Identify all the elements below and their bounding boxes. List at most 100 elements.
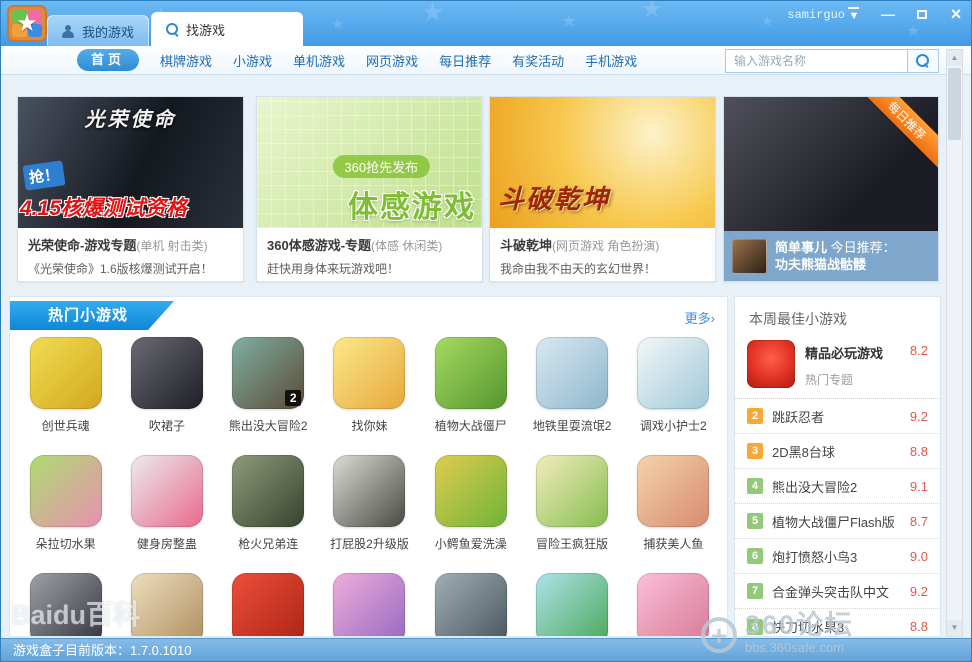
nav-mini-games[interactable]: 小游戏 bbox=[233, 51, 272, 70]
banner-title: 光荣使命-游戏专题 bbox=[28, 238, 136, 253]
ranked-game-item[interactable]: 7 合金弹头突击队中文 9.2 bbox=[735, 574, 940, 609]
banner-category: (单机 射击类) bbox=[136, 239, 207, 253]
banner-logo-text: 光荣使命 bbox=[18, 103, 243, 132]
search-button[interactable] bbox=[907, 49, 939, 73]
game-icon bbox=[435, 337, 507, 409]
game-item[interactable] bbox=[15, 573, 116, 637]
ranked-game-item[interactable]: 2 跳跃忍者 9.2 bbox=[735, 399, 940, 434]
ranked-game-name: 植物大战僵尸Flash版 bbox=[772, 512, 910, 531]
ranked-game-item[interactable]: 5 植物大战僵尸Flash版 8.7 bbox=[735, 504, 940, 539]
app-logo[interactable]: ★ bbox=[7, 5, 47, 42]
game-item[interactable]: 小鳄鱼爱洗澡 bbox=[420, 455, 521, 552]
game-name: 打屁股2升级版 bbox=[319, 535, 420, 552]
nav-home-button[interactable]: 首页 bbox=[77, 49, 139, 71]
game-item[interactable] bbox=[319, 573, 420, 637]
daily-pick-ribbon: 每日推荐 bbox=[853, 97, 938, 175]
star-decoration bbox=[421, 0, 444, 28]
ranked-game-name: 炮打愤怒小鸟3 bbox=[772, 547, 910, 566]
game-item[interactable] bbox=[218, 573, 319, 637]
game-name: 健身房整蛊 bbox=[116, 535, 217, 552]
game-item[interactable] bbox=[623, 573, 724, 637]
game-item[interactable]: 植物大战僵尸 bbox=[420, 337, 521, 434]
ranked-game-item[interactable]: 6 炮打愤怒小鸟3 9.0 bbox=[735, 539, 940, 574]
game-icon bbox=[30, 455, 102, 527]
skin-menu-button[interactable]: ▼ bbox=[845, 5, 863, 23]
rank-badge: 6 bbox=[747, 548, 763, 564]
game-item[interactable]: 地铁里耍流氓2 bbox=[521, 337, 622, 434]
ranked-game-name: 跳跃忍者 bbox=[772, 407, 910, 426]
person-icon bbox=[62, 25, 75, 38]
scrollbar-thumb[interactable] bbox=[948, 68, 961, 140]
nav-prize-events[interactable]: 有奖活动 bbox=[512, 51, 564, 70]
banner-glorious-mission[interactable]: 光荣使命 抢！ 4.15核爆测试资格 光荣使命-游戏专题(单机 射击类) 《光荣… bbox=[17, 96, 244, 282]
game-item[interactable]: 冒险王疯狂版 bbox=[521, 455, 622, 552]
tab-my-games-label: 我的游戏 bbox=[82, 22, 134, 41]
game-icon bbox=[333, 337, 405, 409]
banner-motion-games[interactable]: 360抢先发布 体感游戏 360体感游戏-专题(体感 休闲类) 赶快用身体来玩游… bbox=[256, 96, 483, 282]
game-item[interactable]: 捕获美人鱼 bbox=[623, 455, 724, 552]
ranked-game-score: 9.0 bbox=[910, 549, 928, 564]
ranked-game-item[interactable]: 3 2D黑8台球 8.8 bbox=[735, 434, 940, 469]
banner-title: 360体感游戏-专题 bbox=[267, 238, 371, 253]
game-item[interactable]: 2熊出没大冒险2 bbox=[218, 337, 319, 434]
rank-badge: 7 bbox=[747, 583, 763, 599]
featured-subtitle: 热门专题 bbox=[805, 371, 928, 388]
game-icon bbox=[232, 455, 304, 527]
ranked-game-score: 8.7 bbox=[910, 514, 928, 529]
vertical-scrollbar[interactable]: ▲ ▼ bbox=[946, 49, 963, 637]
scroll-down-button[interactable]: ▼ bbox=[947, 620, 962, 636]
sequel-badge: 2 bbox=[285, 390, 301, 406]
game-item[interactable] bbox=[521, 573, 622, 637]
ranked-game-item[interactable]: 4 熊出没大冒险2 9.1 bbox=[735, 469, 940, 504]
game-item[interactable]: 调戏小护士2 bbox=[623, 337, 724, 434]
game-icon bbox=[333, 455, 405, 527]
banner-overlay-text: 体感游戏 bbox=[348, 182, 476, 226]
banner-image: 每日推荐 bbox=[724, 97, 938, 231]
search-box bbox=[725, 49, 939, 73]
chevron-down-icon: ▼ bbox=[849, 10, 860, 22]
maximize-button[interactable] bbox=[913, 5, 931, 23]
maximize-icon bbox=[917, 10, 927, 19]
banner-image: 斗破乾坤 bbox=[490, 97, 715, 228]
tab-my-games[interactable]: 我的游戏 bbox=[47, 15, 149, 46]
featured-item[interactable]: 精品必玩游戏 8.2 热门专题 bbox=[735, 338, 940, 399]
game-item[interactable]: 吹裙子 bbox=[116, 337, 217, 434]
nav-mobile-games[interactable]: 手机游戏 bbox=[585, 51, 637, 70]
username: samirguo bbox=[787, 8, 845, 22]
game-item[interactable] bbox=[116, 573, 217, 637]
ranked-game-item[interactable]: 8 快刀切水果3 8.8 bbox=[735, 609, 940, 637]
ranked-game-name: 熊出没大冒险2 bbox=[772, 477, 910, 496]
game-item[interactable]: 创世兵魂 bbox=[15, 337, 116, 434]
game-item[interactable]: 打屁股2升级版 bbox=[319, 455, 420, 552]
search-input[interactable] bbox=[725, 49, 907, 73]
star-decoration bbox=[641, 0, 663, 24]
nav-daily-picks[interactable]: 每日推荐 bbox=[439, 51, 491, 70]
banner-doupo-qiankun[interactable]: 斗破乾坤 斗破乾坤(网页游戏 角色扮演) 我命由我不由天的玄幻世界！ bbox=[489, 96, 716, 282]
game-item[interactable]: 枪火兄弟连 bbox=[218, 455, 319, 552]
tab-find-games[interactable]: 找游戏 bbox=[151, 12, 303, 46]
game-item[interactable] bbox=[420, 573, 521, 637]
nav-web-games[interactable]: 网页游戏 bbox=[366, 51, 418, 70]
more-link[interactable]: 更多› bbox=[685, 308, 715, 327]
ranked-game-score: 8.8 bbox=[910, 619, 928, 634]
ranked-game-name: 2D黑8台球 bbox=[772, 442, 910, 461]
scroll-up-button[interactable]: ▲ bbox=[947, 50, 962, 66]
search-icon bbox=[916, 54, 930, 68]
game-name: 植物大战僵尸 bbox=[420, 417, 521, 434]
featured-score: 8.2 bbox=[910, 343, 928, 362]
close-button[interactable]: × bbox=[947, 5, 965, 23]
banner-desc: 我命由我不由天的玄幻世界！ bbox=[500, 260, 705, 277]
nav-pc-games[interactable]: 单机游戏 bbox=[293, 51, 345, 70]
game-item[interactable]: 找你妹 bbox=[319, 337, 420, 434]
game-item[interactable]: 健身房整蛊 bbox=[116, 455, 217, 552]
banner-title-suffix: 今日推荐： bbox=[827, 240, 896, 255]
rank-badge: 8 bbox=[747, 619, 763, 635]
game-icon bbox=[333, 573, 405, 637]
game-item[interactable]: 朵拉切水果 bbox=[15, 455, 116, 552]
banner-title: 斗破乾坤 bbox=[500, 238, 552, 253]
game-box-window: ★ 我的游戏 找游戏 samirguo ▼ — × 首页 棋牌游戏 小游戏 单机… bbox=[0, 0, 972, 662]
banner-daily-pick[interactable]: 每日推荐 简单事儿 今日推荐： 功夫熊猫战骷髅 bbox=[723, 96, 939, 282]
minimize-button[interactable]: — bbox=[879, 5, 897, 23]
nav-board-games[interactable]: 棋牌游戏 bbox=[160, 51, 212, 70]
version-text: 游戏盒子目前版本：1.7.0.1010 bbox=[13, 643, 191, 658]
